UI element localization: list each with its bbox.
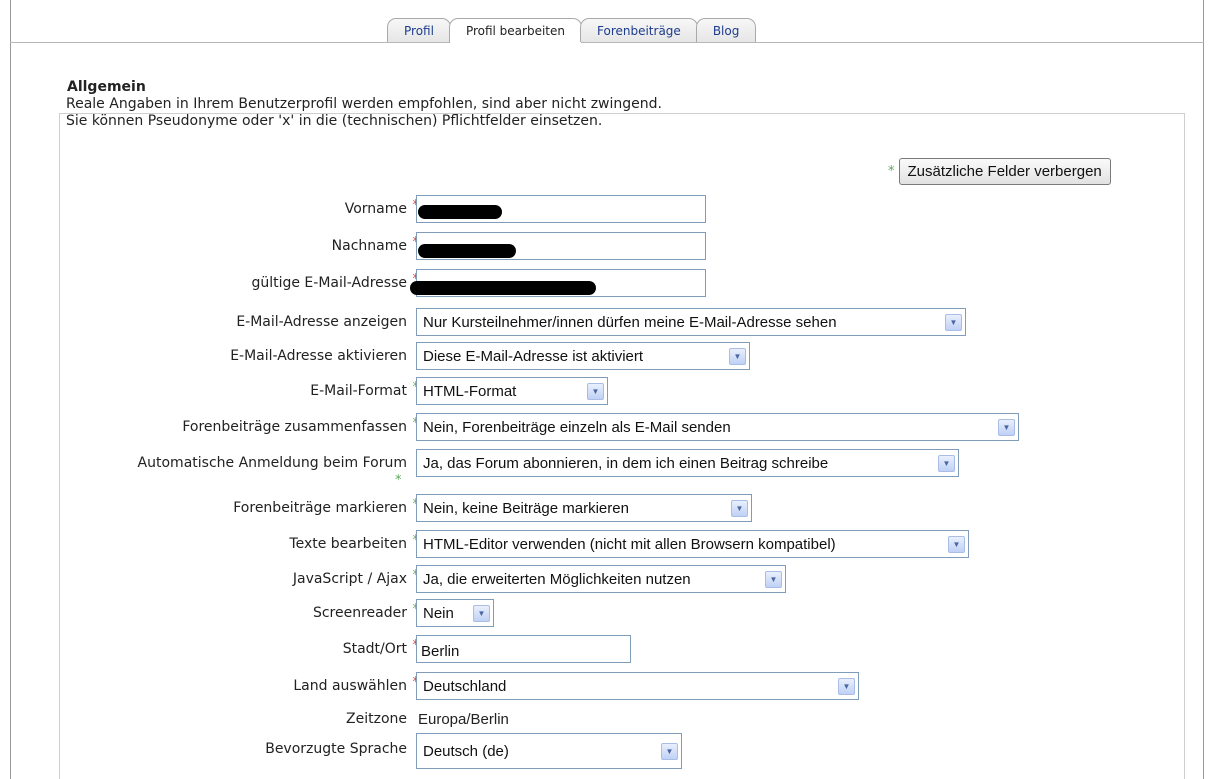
chevron-down-icon[interactable]: ▼ xyxy=(838,677,855,695)
row-country: Land auswählen* Deutschland▼ xyxy=(0,670,1214,702)
chevron-down-icon[interactable]: ▼ xyxy=(731,499,748,517)
timezone-label: Zeitzone xyxy=(346,711,407,727)
section-title: Allgemein xyxy=(67,79,146,95)
toggle-fields-wrap: * Zusätzliche Felder verbergen xyxy=(888,158,1111,185)
email-format-label: E-Mail-Format* xyxy=(310,380,419,399)
screenreader-select[interactable]: Nein ▼ xyxy=(416,599,494,627)
row-track-forums: Forenbeiträge markieren* Nein, keine Bei… xyxy=(0,492,1214,524)
vorname-label: Vorname* xyxy=(344,198,419,217)
country-label: Land auswählen* xyxy=(293,675,419,694)
tab-forenbeitraege[interactable]: Forenbeiträge xyxy=(580,18,698,42)
chevron-down-icon[interactable]: ▼ xyxy=(473,604,490,622)
chevron-down-icon[interactable]: ▼ xyxy=(587,382,604,400)
email-display-select[interactable]: Nur Kursteilnehmer/innen dürfen meine E-… xyxy=(416,308,966,336)
redaction-mark xyxy=(418,244,516,258)
html-editor-label: Texte bearbeiten* xyxy=(289,533,419,552)
row-timezone: Zeitzone Europa/Berlin xyxy=(0,703,1214,735)
nachname-label: Nachname* xyxy=(331,235,419,254)
ajax-label: JavaScript / Ajax* xyxy=(292,568,419,587)
forum-digest-label: Forenbeiträge zusammenfassen* xyxy=(182,416,419,435)
intro-line-1: Reale Angaben in Ihrem Benutzerprofil we… xyxy=(66,96,662,112)
tab-profil[interactable]: Profil xyxy=(387,18,451,42)
redaction-mark xyxy=(410,281,596,295)
row-city: Stadt/Ort* xyxy=(0,633,1214,665)
city-label: Stadt/Ort* xyxy=(342,638,419,657)
email-enable-select[interactable]: Diese E-Mail-Adresse ist aktiviert ▼ xyxy=(416,342,750,370)
html-editor-select[interactable]: HTML-Editor verwenden (nicht mit allen B… xyxy=(416,530,969,558)
country-select[interactable]: Deutschland ▼ xyxy=(416,672,859,700)
language-select[interactable]: Deutsch (de) ▼ xyxy=(416,733,682,769)
intro-line-2: Sie können Pseudonyme oder 'x' in die (t… xyxy=(66,113,603,129)
profile-tabs: Profil Profil bearbeiten Forenbeiträge B… xyxy=(387,18,757,43)
optional-mark: * xyxy=(888,164,895,179)
forum-digest-select[interactable]: Nein, Forenbeiträge einzeln als E-Mail s… xyxy=(416,413,1019,441)
auto-subscribe-label: Automatische Anmeldung beim Forum xyxy=(137,455,407,471)
row-email-enable: E-Mail-Adresse aktivieren Diese E-Mail-A… xyxy=(0,340,1214,372)
track-forums-select[interactable]: Nein, keine Beiträge markieren ▼ xyxy=(416,494,752,522)
chevron-down-icon[interactable]: ▼ xyxy=(661,742,678,760)
screenreader-label: Screenreader* xyxy=(312,602,419,621)
auto-subscribe-select[interactable]: Ja, das Forum abonnieren, in dem ich ein… xyxy=(416,449,959,477)
row-forum-digest: Forenbeiträge zusammenfassen* Nein, Fore… xyxy=(0,411,1214,443)
tab-blog[interactable]: Blog xyxy=(695,18,757,42)
row-vorname: Vorname* xyxy=(0,193,1214,225)
email-format-select[interactable]: HTML-Format ▼ xyxy=(416,377,608,405)
ajax-select[interactable]: Ja, die erweiterten Möglichkeiten nutzen… xyxy=(416,565,786,593)
row-ajax: JavaScript / Ajax* Ja, die erweiterten M… xyxy=(0,563,1214,595)
email-enable-label: E-Mail-Adresse aktivieren xyxy=(230,348,407,364)
hide-additional-fields-button[interactable]: Zusätzliche Felder verbergen xyxy=(898,158,1111,185)
row-html-editor: Texte bearbeiten* HTML-Editor verwenden … xyxy=(0,528,1214,560)
section-intro: Reale Angaben in Ihrem Benutzerprofil we… xyxy=(66,96,662,130)
optional-mark: * xyxy=(395,473,402,488)
city-input[interactable] xyxy=(416,635,631,663)
row-email-format: E-Mail-Format* HTML-Format▼ xyxy=(0,375,1214,407)
row-nachname: Nachname* xyxy=(0,230,1214,262)
email-display-label: E-Mail-Adresse anzeigen xyxy=(236,314,407,330)
row-auto-subscribe: Automatische Anmeldung beim Forum * Ja, … xyxy=(0,447,1214,488)
redaction-mark xyxy=(418,205,502,219)
row-screenreader: Screenreader* Nein▼ xyxy=(0,597,1214,629)
row-email-display: E-Mail-Adresse anzeigen Nur Kursteilnehm… xyxy=(0,306,1214,338)
row-language: Bevorzugte Sprache Deutsch (de) ▼ xyxy=(0,733,1214,769)
chevron-down-icon[interactable]: ▼ xyxy=(948,535,965,553)
chevron-down-icon[interactable]: ▼ xyxy=(765,570,782,588)
timezone-value: Europa/Berlin xyxy=(418,711,509,728)
row-email: gültige E-Mail-Adresse* xyxy=(0,267,1214,299)
chevron-down-icon[interactable]: ▼ xyxy=(998,418,1015,436)
tab-profil-bearbeiten[interactable]: Profil bearbeiten xyxy=(448,18,582,43)
language-label: Bevorzugte Sprache xyxy=(265,741,407,757)
chevron-down-icon[interactable]: ▼ xyxy=(938,454,955,472)
track-forums-label: Forenbeiträge markieren* xyxy=(233,497,419,516)
email-label: gültige E-Mail-Adresse* xyxy=(251,272,419,291)
chevron-down-icon[interactable]: ▼ xyxy=(729,347,746,365)
chevron-down-icon[interactable]: ▼ xyxy=(945,313,962,331)
